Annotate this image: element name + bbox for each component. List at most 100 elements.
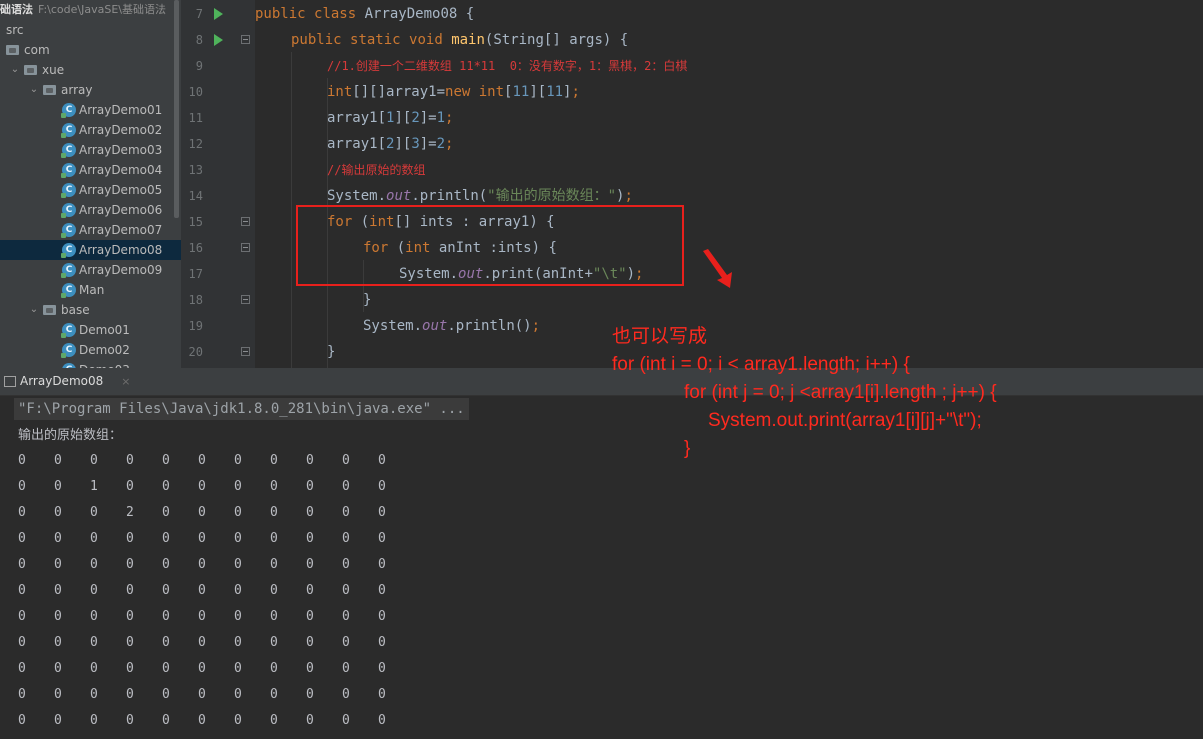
tree-item[interactable]: C ArrayDemo05 [0, 180, 181, 200]
tree-item[interactable]: src [0, 20, 181, 40]
console-cell: 0 [54, 583, 62, 598]
tree-item[interactable]: C ArrayDemo02 [0, 120, 181, 140]
tree-item[interactable]: C ArrayDemo04 [0, 160, 181, 180]
tree-item[interactable]: ⌄ base [0, 300, 181, 320]
console-cell: 0 [306, 505, 314, 520]
chevron-down-icon[interactable]: ⌄ [10, 60, 20, 80]
tree-item[interactable]: C ArrayDemo09 [0, 260, 181, 280]
console-cell: 0 [198, 609, 206, 624]
java-class-icon: C [61, 243, 76, 258]
console-cell: 0 [342, 713, 350, 728]
console-cell: 0 [162, 713, 170, 728]
folder-icon [43, 305, 56, 315]
java-class-icon: C [61, 283, 76, 298]
console-cell: 0 [54, 635, 62, 650]
tree-item[interactable]: C ArrayDemo06 [0, 200, 181, 220]
fold-icon[interactable] [241, 35, 250, 44]
console-cell: 0 [270, 505, 278, 520]
chevron-down-icon[interactable]: ⌄ [29, 80, 39, 100]
console-cell: 0 [18, 687, 26, 702]
console-cell: 0 [306, 453, 314, 468]
console-cell: 0 [378, 713, 386, 728]
tree-item-label: ArrayDemo04 [79, 163, 163, 177]
console-cell: 0 [234, 479, 242, 494]
console-cell: 0 [234, 505, 242, 520]
console-cell: 0 [378, 453, 386, 468]
console-cell: 0 [126, 609, 134, 624]
java-class-icon: C [61, 103, 76, 118]
console-cell: 0 [342, 531, 350, 546]
console-cell: 0 [342, 505, 350, 520]
fold-icon[interactable] [241, 295, 250, 304]
fold-icon[interactable] [241, 243, 250, 252]
tree-item[interactable]: C Demo01 [0, 320, 181, 340]
console-cell: 0 [378, 635, 386, 650]
run-tab[interactable]: ArrayDemo08 × [0, 368, 130, 395]
console-cell: 0 [18, 583, 26, 598]
tree-item-label: ArrayDemo09 [79, 263, 163, 277]
line-number: 20 [188, 345, 203, 359]
run-gutter-icon[interactable] [214, 34, 223, 46]
console-cell: 0 [198, 713, 206, 728]
chevron-down-icon[interactable]: ⌄ [29, 300, 39, 320]
project-header[interactable]: 础语法 F:\code\JavaSE\基础语法 [0, 0, 181, 20]
console-cell: 0 [270, 687, 278, 702]
tree-item[interactable]: ⌄ array [0, 80, 181, 100]
tree-item[interactable]: CDemo03 [0, 360, 181, 368]
console-cell: 0 [54, 609, 62, 624]
annotation-title: 也可以写成 [612, 326, 708, 347]
tree-item[interactable]: C ArrayDemo08 [0, 240, 181, 260]
code-line: array1[1][2]=1; [327, 110, 454, 126]
tree-item-label: ArrayDemo03 [79, 143, 163, 157]
tree-item[interactable]: C ArrayDemo07 [0, 220, 181, 240]
tree-item-label: ArrayDemo01 [79, 103, 163, 117]
tree-item[interactable]: ⌄ xue [0, 60, 181, 80]
line-number: 19 [188, 319, 203, 333]
fold-icon[interactable] [241, 347, 250, 356]
console-cell: 0 [162, 687, 170, 702]
tree-item[interactable]: C ArrayDemo01 [0, 100, 181, 120]
console-cell: 0 [162, 635, 170, 650]
run-gutter-icon[interactable] [214, 8, 223, 20]
tree-item-label: Man [79, 283, 105, 297]
console-cell: 0 [198, 505, 206, 520]
console-icon [4, 376, 16, 387]
console-cell: 0 [198, 479, 206, 494]
console-cell: 0 [126, 661, 134, 676]
java-class-icon: C [61, 343, 76, 358]
tree-item[interactable]: C Demo02 [0, 340, 181, 360]
annotation-line-2: for (int j = 0; j <array1[i].length ; j+… [684, 382, 997, 403]
line-number: 18 [188, 293, 203, 307]
java-class-icon: C [61, 143, 76, 158]
project-scrollbar[interactable] [174, 0, 179, 218]
java-class-icon: C [61, 183, 76, 198]
console-cell: 0 [54, 687, 62, 702]
console-cell: 0 [306, 635, 314, 650]
console-cell: 0 [18, 531, 26, 546]
tree-item[interactable]: C Man [0, 280, 181, 300]
line-number: 10 [188, 85, 203, 99]
console-cell: 0 [198, 557, 206, 572]
code-line: public class ArrayDemo08 { [255, 6, 475, 22]
java-class-icon: C [61, 163, 76, 178]
console-cell: 0 [342, 687, 350, 702]
console-cell: 0 [234, 583, 242, 598]
tree-item[interactable]: com [0, 40, 181, 60]
console-cell: 0 [54, 479, 62, 494]
console-cell: 0 [54, 557, 62, 572]
console-cell: 0 [270, 583, 278, 598]
fold-icon[interactable] [241, 217, 250, 226]
tree-item[interactable]: C ArrayDemo03 [0, 140, 181, 160]
close-icon[interactable]: × [121, 375, 130, 388]
console-cell: 0 [54, 505, 62, 520]
console-cell: 0 [234, 635, 242, 650]
console-cell: 0 [90, 583, 98, 598]
console-cell: 0 [162, 557, 170, 572]
console-cell: 0 [234, 531, 242, 546]
console-cell: 0 [270, 479, 278, 494]
console-cell: 0 [342, 479, 350, 494]
console-cell: 0 [126, 479, 134, 494]
console-cell: 0 [378, 661, 386, 676]
console-output[interactable] [0, 396, 1203, 739]
console-cell: 0 [234, 557, 242, 572]
